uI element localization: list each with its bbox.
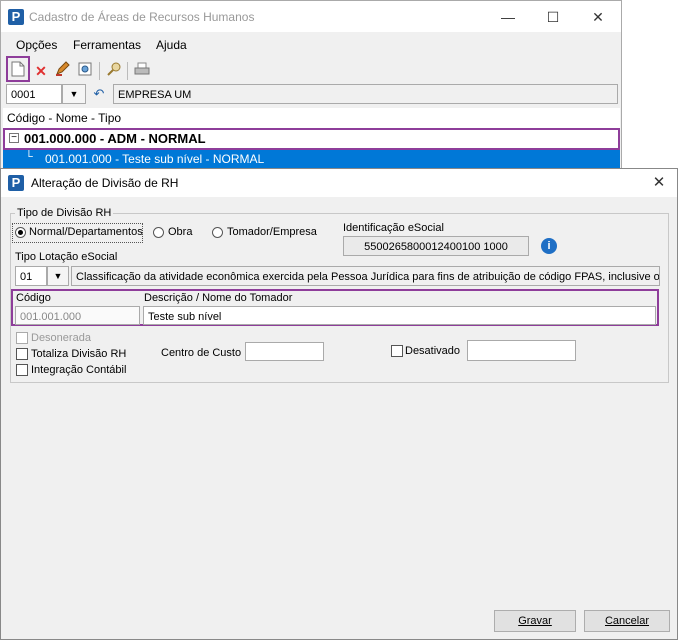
menu-ajuda[interactable]: Ajuda xyxy=(156,38,187,52)
codigo-field: 001.001.000 xyxy=(15,306,140,325)
tipo-lotacao-description: Classificação da atividade econômica exe… xyxy=(71,266,660,286)
esocial-id-field: 5500265800012400100 1000 xyxy=(343,236,529,256)
desonerada-label: Desonerada xyxy=(31,332,91,344)
app-logo-icon: P xyxy=(8,9,24,25)
gravar-button[interactable]: Gravar xyxy=(494,610,576,632)
company-name-field: EMPRESA UM xyxy=(113,84,618,104)
radio-tomador-label[interactable]: Tomador/Empresa xyxy=(227,226,317,238)
tree-child-item: 001.001.000 - Teste sub nível - NORMAL xyxy=(45,152,265,166)
desativado-field[interactable] xyxy=(467,340,576,361)
menu-opcoes[interactable]: Opções xyxy=(16,38,57,52)
undo-icon[interactable]: ↶ xyxy=(89,84,109,104)
descricao-field[interactable]: Teste sub nível xyxy=(143,306,656,325)
radio-normal[interactable] xyxy=(15,227,26,238)
tipo-lotacao-label: Tipo Lotação eSocial xyxy=(15,251,118,263)
totaliza-checkbox[interactable] xyxy=(16,348,28,360)
radio-obra-label[interactable]: Obra xyxy=(168,226,192,238)
centro-custo-field[interactable] xyxy=(245,342,324,361)
group-legend: Tipo de Divisão RH xyxy=(17,207,112,219)
tree-root-item[interactable]: 001.000.000 - ADM - NORMAL xyxy=(24,131,206,146)
preview-icon[interactable] xyxy=(75,61,95,81)
edit-icon[interactable] xyxy=(52,61,72,81)
close-icon[interactable]: ✕ xyxy=(583,7,613,27)
chevron-down-icon[interactable]: ▼ xyxy=(47,266,69,286)
desativado-label[interactable]: Desativado xyxy=(405,345,460,357)
menu-bar: Opções Ferramentas Ajuda xyxy=(1,32,621,57)
chevron-down-icon[interactable]: ▼ xyxy=(62,84,86,104)
tree-view[interactable]: Código - Nome - Tipo − 001.000.000 - ADM… xyxy=(3,108,620,170)
info-icon[interactable]: i xyxy=(541,238,557,254)
main-window: P Cadastro de Áreas de Recursos Humanos … xyxy=(0,0,622,172)
main-window-titlebar: P Cadastro de Áreas de Recursos Humanos … xyxy=(1,1,621,32)
tipo-lotacao-code[interactable]: 01 xyxy=(15,266,47,286)
codigo-label: Código xyxy=(16,292,51,304)
collapse-icon[interactable]: − xyxy=(9,133,19,143)
descricao-label: Descrição / Nome do Tomador xyxy=(144,292,293,304)
radio-tomador[interactable] xyxy=(212,227,223,238)
tree-connector: └ xyxy=(25,151,33,163)
integracao-label[interactable]: Integração Contábil xyxy=(31,364,126,376)
search-icon[interactable] xyxy=(104,61,124,81)
main-window-title: Cadastro de Áreas de Recursos Humanos xyxy=(29,10,255,24)
dialog-titlebar: P Alteração de Divisão de RH ✕ xyxy=(1,169,677,197)
esocial-id-label: Identificação eSocial xyxy=(343,222,444,234)
app-logo-icon: P xyxy=(8,175,24,191)
maximize-icon[interactable]: ☐ xyxy=(538,7,568,27)
close-icon[interactable]: ✕ xyxy=(644,173,674,193)
desonerada-checkbox xyxy=(16,332,28,344)
new-document-icon[interactable] xyxy=(8,61,28,81)
tree-child-row[interactable]: └ 001.001.000 - Teste sub nível - NORMAL xyxy=(3,150,620,168)
minimize-icon[interactable]: — xyxy=(493,7,523,27)
radio-normal-label[interactable]: Normal/Departamentos xyxy=(29,226,143,238)
totaliza-label[interactable]: Totaliza Divisão RH xyxy=(31,348,126,360)
cancelar-button[interactable]: Cancelar xyxy=(584,610,670,632)
edit-division-dialog: P Alteração de Divisão de RH ✕ Tipo de D… xyxy=(0,168,678,640)
integracao-checkbox[interactable] xyxy=(16,364,28,376)
desativado-checkbox[interactable] xyxy=(391,345,403,357)
toolbar: ✕ xyxy=(1,56,621,83)
toolbar-separator xyxy=(99,62,100,80)
dialog-title: Alteração de Divisão de RH xyxy=(31,176,179,190)
delete-icon[interactable]: ✕ xyxy=(31,61,51,81)
radio-obra[interactable] xyxy=(153,227,164,238)
tree-header: Código - Nome - Tipo xyxy=(7,111,122,125)
company-code-field[interactable]: 0001 xyxy=(6,84,62,104)
menu-ferramentas[interactable]: Ferramentas xyxy=(73,38,141,52)
centro-custo-label: Centro de Custo xyxy=(161,347,242,359)
print-icon[interactable] xyxy=(132,61,152,81)
toolbar-separator xyxy=(127,62,128,80)
